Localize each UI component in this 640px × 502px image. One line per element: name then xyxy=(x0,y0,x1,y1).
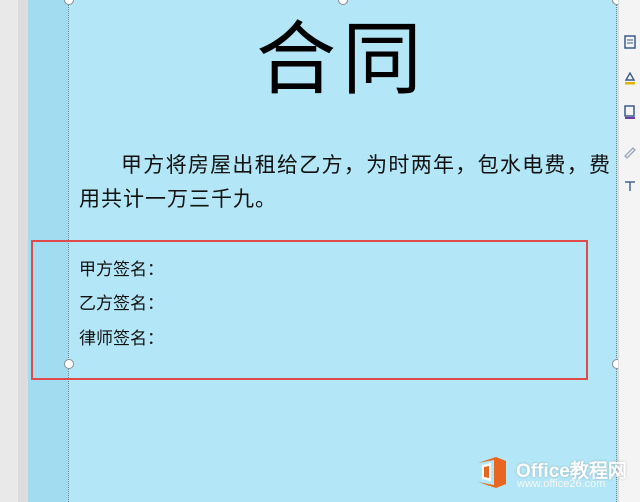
office26-watermark-logo: Office教程网 www.office26.com xyxy=(474,454,640,492)
document-window: 合同 甲方将房屋出租给乙方，为时两年，包水电费，费用共计一万三千九。 甲方签名：… xyxy=(0,0,640,502)
contract-paragraph: 甲方将房屋出租给乙方，为时两年，包水电费，费用共计一万三千九。 xyxy=(79,153,611,211)
lawyer-signature-line: 律师签名： xyxy=(79,329,164,349)
effects-icon[interactable] xyxy=(623,144,637,160)
document-title: 合同 xyxy=(256,13,428,106)
watermark-site-url: www.office26.com xyxy=(517,478,606,490)
office-logo-icon xyxy=(478,457,506,488)
shape-outline-icon[interactable] xyxy=(623,104,637,120)
shape-fill-icon[interactable] xyxy=(623,70,637,86)
layout-options-icon[interactable] xyxy=(623,34,637,50)
party-a-signature-line: 甲方签名： xyxy=(79,260,164,280)
text-wrap-icon[interactable] xyxy=(623,178,637,194)
right-quick-toolbar xyxy=(618,0,640,502)
party-b-signature-line: 乙方签名： xyxy=(79,294,164,314)
